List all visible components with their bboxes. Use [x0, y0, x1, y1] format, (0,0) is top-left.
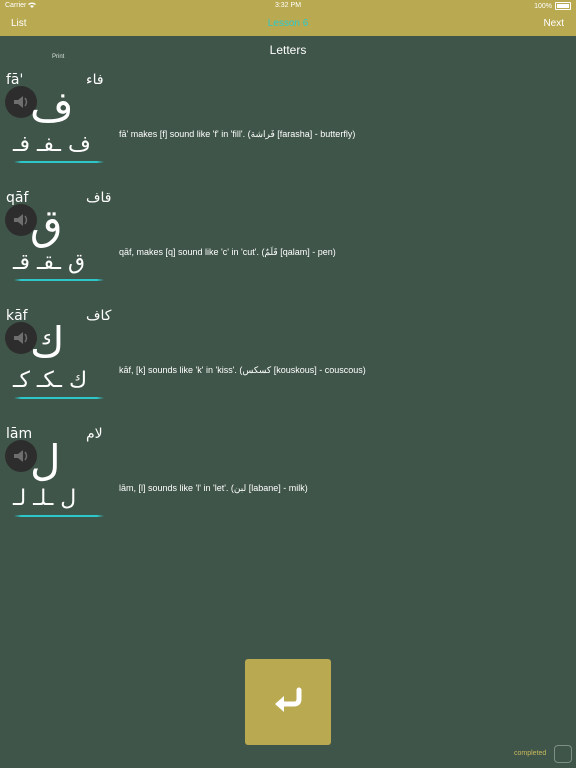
next-button[interactable]: Next — [543, 18, 564, 29]
letter-description: kāf, [k] sounds like 'k' in 'kiss'. (كسك… — [119, 365, 366, 375]
letter-row-lam: lām لام ل ل ـلـ لـ lām, [l] sounds like … — [0, 424, 576, 534]
arabic-name: لام — [86, 426, 103, 442]
letter-glyph: ق — [30, 200, 63, 249]
letter-glyph: ف — [30, 82, 74, 131]
letter-forms: ق ـقـ قـ — [13, 250, 86, 275]
battery-status: 100% — [534, 2, 571, 10]
section-title: Letters — [269, 43, 307, 57]
return-arrow-icon — [271, 687, 305, 717]
letter-description: fā' makes [f] sound like 'f' in 'fill'. … — [119, 129, 356, 139]
letter-glyph: ك — [30, 318, 65, 367]
lesson-title: Lesson 6 — [267, 18, 309, 29]
forms-underline — [14, 279, 104, 281]
completed-label: completed — [514, 750, 547, 757]
latin-name: lām — [6, 426, 33, 442]
letter-description: lām, [l] sounds like 'l' in 'let'. (لبن … — [119, 483, 308, 493]
completed-checkbox[interactable] — [554, 745, 572, 763]
print-button[interactable]: Print — [52, 54, 64, 60]
clock: 3:32 PM — [274, 2, 302, 9]
latin-name: kāf — [6, 308, 28, 324]
latin-name: fā' — [6, 72, 24, 88]
arabic-name: فاء — [86, 72, 104, 88]
letter-description: qāf, makes [q] sound like 'c' in 'cut'. … — [119, 247, 336, 257]
battery-icon — [555, 2, 571, 10]
letter-forms: ك ـكـ كـ — [13, 368, 88, 393]
letter-row-fa: fā' فاء ف ف ـفـ فـ fā' makes [f] sound l… — [0, 70, 576, 180]
battery-percent: 100% — [534, 2, 552, 10]
arabic-name: كاف — [86, 308, 112, 324]
letter-row-qaf: qāf قاف ق ق ـقـ قـ qāf, makes [q] sound … — [0, 188, 576, 298]
forms-underline — [14, 397, 104, 399]
status-bar: Carrier 3:32 PM 100% — [0, 0, 576, 12]
confirm-button[interactable] — [245, 659, 331, 745]
arabic-name: قاف — [86, 190, 112, 206]
forms-underline — [14, 161, 104, 163]
latin-name: qāf — [6, 190, 29, 206]
forms-underline — [14, 515, 104, 517]
letter-forms: ف ـفـ فـ — [13, 132, 91, 157]
letter-glyph: ل — [30, 436, 61, 485]
navigation-bar: List Lesson 6 Next — [0, 12, 576, 36]
letter-forms: ل ـلـ لـ — [13, 486, 77, 511]
letter-row-kaf: kāf كاف ك ك ـكـ كـ kāf, [k] sounds like … — [0, 306, 576, 416]
